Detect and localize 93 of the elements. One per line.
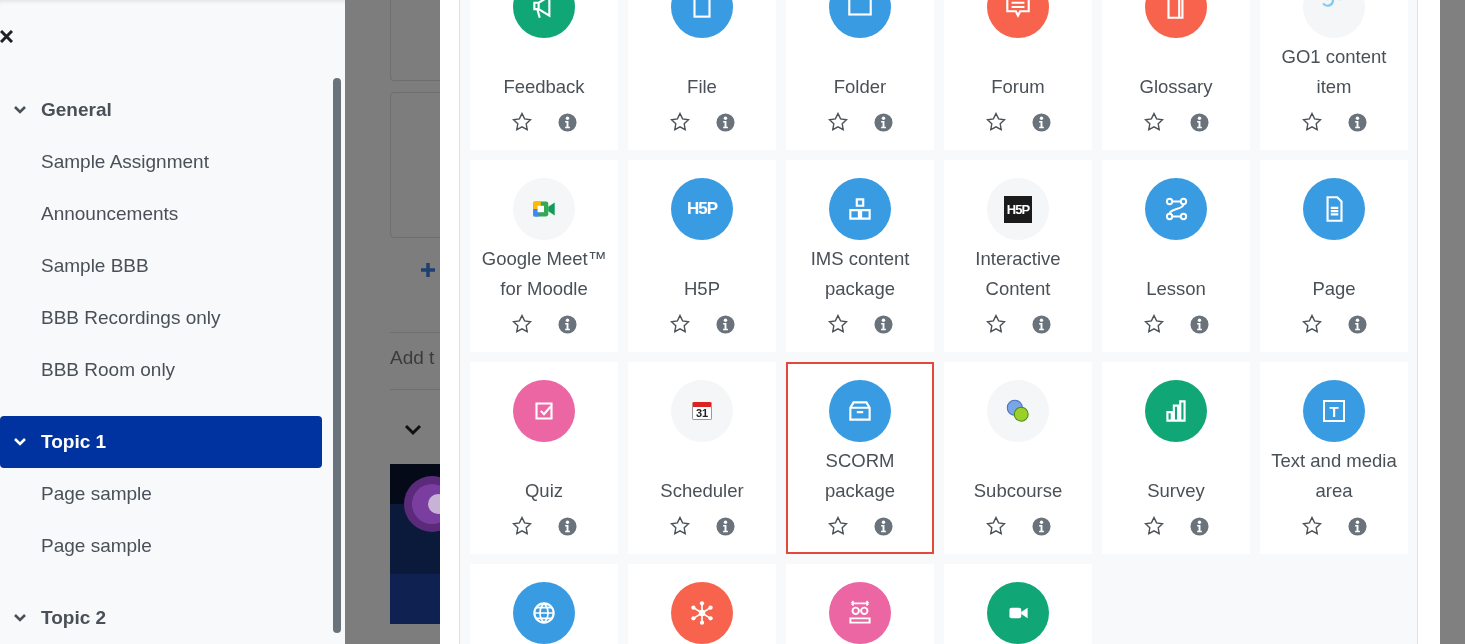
- activity-name: Quiz: [523, 479, 564, 503]
- activity-name: H5P: [683, 277, 721, 301]
- activity-name: SCORM package: [824, 449, 896, 503]
- activity-name: Lesson: [1145, 277, 1207, 301]
- info-icon[interactable]: [715, 112, 735, 132]
- h5p-logo-icon: H5P: [671, 178, 733, 240]
- star-icon[interactable]: [669, 516, 690, 536]
- activity-link[interactable]: Sample BBB: [0, 240, 322, 292]
- info-icon[interactable]: [557, 314, 577, 334]
- activity-card[interactable]: Glossary: [1102, 0, 1250, 150]
- plus-icon[interactable]: [420, 262, 436, 278]
- star-icon[interactable]: [669, 314, 690, 334]
- activity-card[interactable]: SCORM package: [786, 362, 934, 554]
- text-frame-icon: T: [1303, 380, 1365, 442]
- add-text: Add t: [390, 347, 436, 369]
- chevron-icon[interactable]: [404, 424, 422, 436]
- star-icon[interactable]: [985, 314, 1006, 334]
- info-icon[interactable]: [557, 112, 577, 132]
- info-icon[interactable]: [873, 314, 893, 334]
- info-icon[interactable]: [1189, 112, 1209, 132]
- star-icon[interactable]: [827, 112, 848, 132]
- activity-card[interactable]: Forum: [944, 0, 1092, 150]
- chevron-icon[interactable]: [13, 105, 27, 115]
- activity-card[interactable]: Google Meet™ for Moodle: [470, 160, 618, 352]
- info-icon[interactable]: [1347, 314, 1367, 334]
- activity-card[interactable]: Quiz: [470, 362, 618, 554]
- star-icon[interactable]: [1143, 314, 1164, 334]
- info-icon[interactable]: [715, 516, 735, 536]
- h5p-logo-icon: H5P: [987, 178, 1049, 240]
- activity-name: Scheduler: [659, 479, 745, 503]
- activity-name: File: [686, 75, 718, 99]
- scrollbar[interactable]: [333, 78, 341, 633]
- activity-card[interactable]: File: [628, 0, 776, 150]
- activity-name: GO1 content item: [1280, 45, 1388, 99]
- activity-name: Subcourse: [972, 479, 1064, 503]
- activity-link[interactable]: Sample Assignment: [0, 136, 322, 188]
- activity-card[interactable]: Subcourse: [944, 362, 1092, 554]
- activity-card[interactable]: GO1 content item: [1260, 0, 1408, 150]
- activity-name: Glossary: [1138, 75, 1214, 99]
- close-icon[interactable]: [0, 30, 13, 43]
- star-icon[interactable]: [827, 314, 848, 334]
- star-icon[interactable]: [1301, 314, 1322, 334]
- activity-name: Feedback: [502, 75, 586, 99]
- activity-card[interactable]: IMS content package: [786, 160, 934, 352]
- star-icon[interactable]: [1301, 516, 1322, 536]
- activity-name: Survey: [1146, 479, 1206, 503]
- activity-link[interactable]: BBB Recordings only: [0, 292, 322, 344]
- chevron-icon[interactable]: [13, 613, 27, 623]
- activity-name: Interactive Content: [974, 247, 1062, 301]
- star-icon[interactable]: [669, 112, 690, 132]
- info-icon[interactable]: [873, 112, 893, 132]
- star-icon[interactable]: [511, 112, 532, 132]
- activity-card[interactable]: H5P Interactive Content: [944, 160, 1092, 352]
- activity-card[interactable]: Feedback: [470, 0, 618, 150]
- star-icon[interactable]: [1143, 112, 1164, 132]
- info-icon[interactable]: [1347, 516, 1367, 536]
- activity-name: Page: [1311, 277, 1357, 301]
- activity-card[interactable]: 31 Scheduler: [628, 362, 776, 554]
- info-icon[interactable]: [1189, 516, 1209, 536]
- section-heading[interactable]: Topic 2: [0, 592, 322, 644]
- info-icon[interactable]: [1189, 314, 1209, 334]
- activity-link[interactable]: Announcements: [0, 188, 322, 240]
- info-icon[interactable]: [557, 516, 577, 536]
- section-heading[interactable]: Topic 1: [0, 416, 322, 468]
- activity-card[interactable]: Survey: [1102, 362, 1250, 554]
- section-heading[interactable]: General: [0, 84, 322, 136]
- info-icon[interactable]: [1031, 112, 1051, 132]
- info-icon[interactable]: [1031, 314, 1051, 334]
- activity-link[interactable]: BBB Room only: [0, 344, 322, 396]
- activity-card[interactable]: Lesson: [1102, 160, 1250, 352]
- info-icon[interactable]: [715, 314, 735, 334]
- star-icon[interactable]: [985, 112, 1006, 132]
- activity-name: Forum: [990, 75, 1046, 99]
- activity-card[interactable]: T Text and media area: [1260, 362, 1408, 554]
- star-icon[interactable]: [511, 314, 532, 334]
- star-icon[interactable]: [827, 516, 848, 536]
- activity-link[interactable]: Page sample: [0, 520, 322, 572]
- activity-name: Text and media area: [1270, 449, 1398, 503]
- calendar-icon: 31: [671, 380, 733, 442]
- activity-link[interactable]: Page sample: [0, 468, 322, 520]
- activity-card[interactable]: Page: [1260, 160, 1408, 352]
- activity-card[interactable]: H5P H5P: [628, 160, 776, 352]
- star-icon[interactable]: [1301, 112, 1322, 132]
- info-icon[interactable]: [1031, 516, 1051, 536]
- star-icon[interactable]: [985, 516, 1006, 536]
- star-icon[interactable]: [511, 516, 532, 536]
- activity-name: Folder: [832, 75, 888, 99]
- activity-name: Google Meet™ for Moodle: [480, 247, 608, 301]
- info-icon[interactable]: [1347, 112, 1367, 132]
- activity-name: IMS content package: [809, 247, 911, 301]
- star-icon[interactable]: [1143, 516, 1164, 536]
- activity-card[interactable]: Folder: [786, 0, 934, 150]
- info-icon[interactable]: [873, 516, 893, 536]
